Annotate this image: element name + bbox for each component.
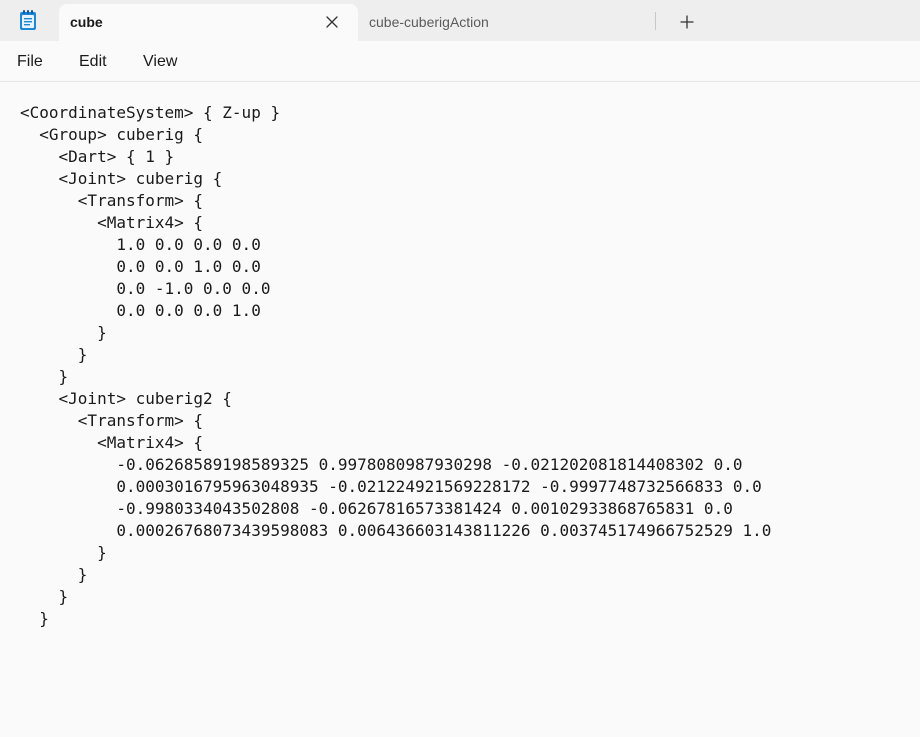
notepad-window: cube cube-cuberigAction File Edit View <… [0,0,920,737]
text-line: <Dart> { 1 } [20,147,175,166]
notepad-icon [17,9,39,31]
tab-cube[interactable]: cube [59,4,358,41]
menu-bar: File Edit View [0,41,920,82]
plus-icon[interactable] [675,10,699,34]
text-line: <Joint> cuberig2 { [20,389,232,408]
text-line: 1.0 0.0 0.0 0.0 [20,235,261,254]
text-line: -0.9980334043502808 -0.06267816573381424… [20,499,733,518]
tab-bar: cube cube-cuberigAction [0,0,920,41]
text-line: <Joint> cuberig { [20,169,223,188]
text-line: <CoordinateSystem> { Z-up } [20,103,281,122]
text-line: <Transform> { [20,411,204,430]
text-line: <Matrix4> { [20,433,204,452]
text-line: -0.06268589198589325 0.9978080987930298 … [20,455,743,474]
text-line: } [20,565,88,584]
menu-edit[interactable]: Edit [79,53,107,71]
tab-title: cube-cuberigAction [369,14,489,30]
tab-title: cube [70,14,103,30]
text-line: 0.00026768073439598083 0.006436603143811… [20,521,772,540]
text-editor[interactable]: <CoordinateSystem> { Z-up } <Group> cube… [0,82,920,737]
text-line: <Matrix4> { [20,213,204,232]
text-line: <Transform> { [20,191,204,210]
text-line: } [20,587,69,606]
text-line: 0.0 -1.0 0.0 0.0 [20,279,271,298]
close-icon[interactable] [322,12,342,32]
text-line: 0.0003016795963048935 -0.021224921569228… [20,477,762,496]
text-line: } [20,345,88,364]
text-line: <Group> cuberig { [20,125,204,144]
text-line: 0.0 0.0 0.0 1.0 [20,301,261,320]
text-line: } [20,367,69,386]
text-line: } [20,323,107,342]
menu-view[interactable]: View [143,53,177,71]
tab-divider [655,12,656,30]
text-line: 0.0 0.0 1.0 0.0 [20,257,261,276]
tab-cube-cuberigaction[interactable]: cube-cuberigAction [358,4,656,41]
text-line: } [20,609,49,628]
menu-file[interactable]: File [17,53,43,71]
text-line: } [20,543,107,562]
